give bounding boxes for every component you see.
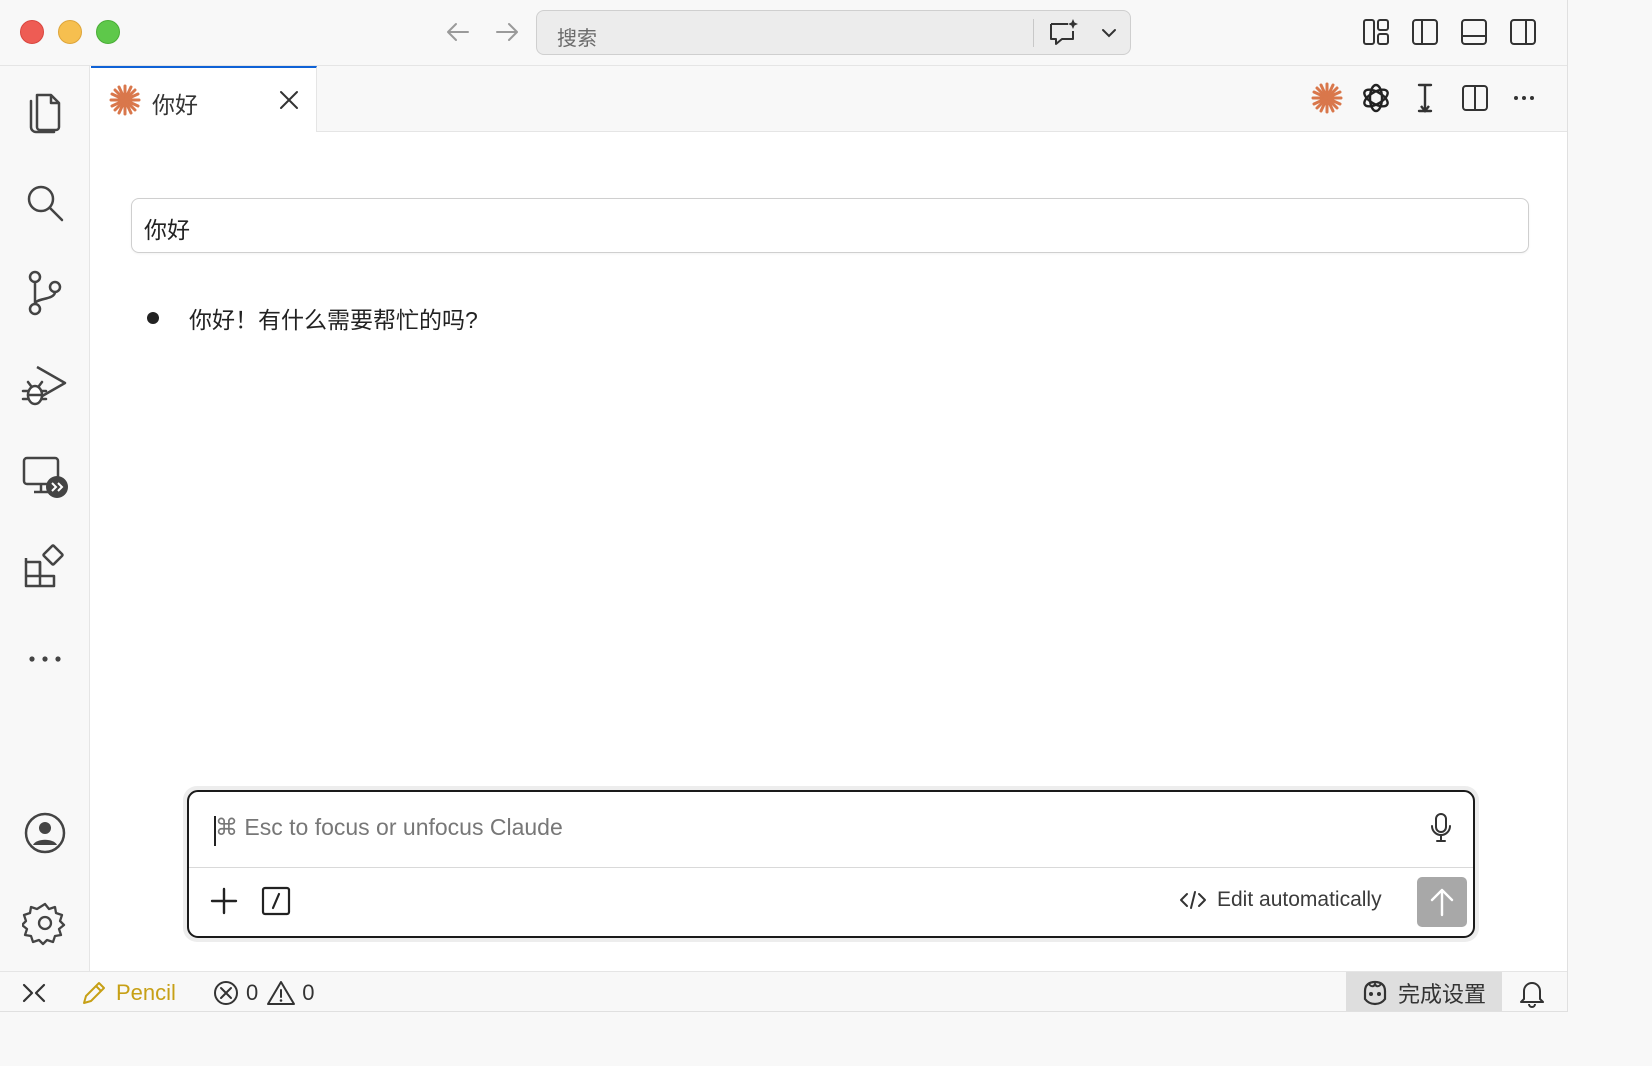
composer: ⌘ Esc to focus or unfocus Claude Edit au… <box>187 790 1475 938</box>
warning-icon <box>266 979 296 1007</box>
explorer-icon[interactable] <box>18 84 72 138</box>
pencil-icon <box>80 979 108 1007</box>
composer-divider <box>189 867 1473 868</box>
tab-label: 你好 <box>152 92 198 118</box>
copilot-icon <box>1360 979 1390 1007</box>
manage-gear-icon[interactable] <box>18 896 72 950</box>
toggle-panel-icon[interactable] <box>1458 16 1490 48</box>
command-center-search[interactable]: 搜索 <box>536 10 1131 55</box>
editor-tab-bar: 你好 <box>91 66 1567 132</box>
problems-status-item[interactable]: 0 0 <box>212 972 323 1011</box>
search-divider <box>1033 19 1034 47</box>
zoom-window-button[interactable] <box>96 20 120 44</box>
edit-mode-label: Edit automatically <box>1217 888 1382 911</box>
toggle-primary-sidebar-icon[interactable] <box>1409 16 1441 48</box>
finish-setup-label: 完成设置 <box>1398 981 1487 1007</box>
chevron-down-icon[interactable] <box>1099 23 1119 43</box>
close-icon[interactable] <box>277 88 301 112</box>
tab-claude-chat[interactable]: 你好 <box>91 66 317 132</box>
user-message-text: 你好 <box>144 217 190 243</box>
forward-arrow-icon[interactable] <box>491 16 523 48</box>
warning-count: 0 <box>302 979 315 1005</box>
assistant-message: 你好！有什么需要帮忙的吗? <box>147 301 478 335</box>
edit-mode-toggle[interactable]: Edit automatically <box>1179 888 1382 912</box>
accounts-icon[interactable] <box>18 806 72 860</box>
microphone-icon[interactable] <box>1429 812 1453 844</box>
text-cursor-icon[interactable] <box>1407 80 1443 116</box>
remote-explorer-icon[interactable] <box>18 450 72 504</box>
more-actions-icon[interactable] <box>1506 80 1542 116</box>
user-message-bubble[interactable]: 你好 <box>131 198 1529 253</box>
message-bullet <box>147 312 159 324</box>
minimize-window-button[interactable] <box>58 20 82 44</box>
chat-sparkle-icon[interactable] <box>1047 17 1081 49</box>
slash-command-button[interactable] <box>261 886 291 916</box>
more-icon[interactable] <box>18 632 72 686</box>
notifications-bell-icon[interactable] <box>1518 972 1546 1011</box>
send-button[interactable] <box>1417 877 1467 927</box>
assistant-message-text: 你好！有什么需要帮忙的吗? <box>189 307 478 333</box>
layout-customize-icon[interactable] <box>1360 16 1392 48</box>
claude-icon[interactable] <box>1309 80 1345 116</box>
remote-indicator-icon[interactable] <box>20 972 48 1011</box>
close-window-button[interactable] <box>20 20 44 44</box>
run-and-debug-icon[interactable] <box>18 358 72 412</box>
back-arrow-icon[interactable] <box>442 16 474 48</box>
pencil-label: Pencil <box>116 979 176 1005</box>
add-attachment-button[interactable] <box>209 886 239 916</box>
source-control-icon[interactable] <box>18 266 72 320</box>
openai-icon[interactable] <box>1358 80 1394 116</box>
pencil-status-item[interactable]: Pencil <box>80 972 176 1011</box>
claude-chat-panel: 你好 你好！有什么需要帮忙的吗? ⌘ Esc to focus or unfoc… <box>91 133 1567 971</box>
error-count: 0 <box>246 979 259 1005</box>
composer-container: ⌘ Esc to focus or unfocus Claude Edit au… <box>183 786 1479 942</box>
claude-icon <box>109 84 141 116</box>
title-bar: 搜索 <box>0 0 1567 66</box>
search-icon[interactable] <box>18 176 72 230</box>
finish-setup-button[interactable]: 完成设置 <box>1346 972 1502 1011</box>
code-icon <box>1179 889 1207 911</box>
split-editor-icon[interactable] <box>1457 80 1493 116</box>
search-placeholder: 搜索 <box>557 28 597 50</box>
status-bar: Pencil 0 0 完成设置 <box>0 971 1567 1011</box>
toggle-secondary-sidebar-icon[interactable] <box>1507 16 1539 48</box>
vscode-window: 搜索 你好 你好 你好！有什么需要帮忙的吗? ⌘ Esc to focus or… <box>0 0 1568 1012</box>
prompt-input[interactable]: ⌘ Esc to focus or unfocus Claude <box>215 814 1415 848</box>
error-icon <box>212 979 240 1007</box>
activity-bar <box>0 66 90 971</box>
extensions-icon[interactable] <box>18 540 72 594</box>
